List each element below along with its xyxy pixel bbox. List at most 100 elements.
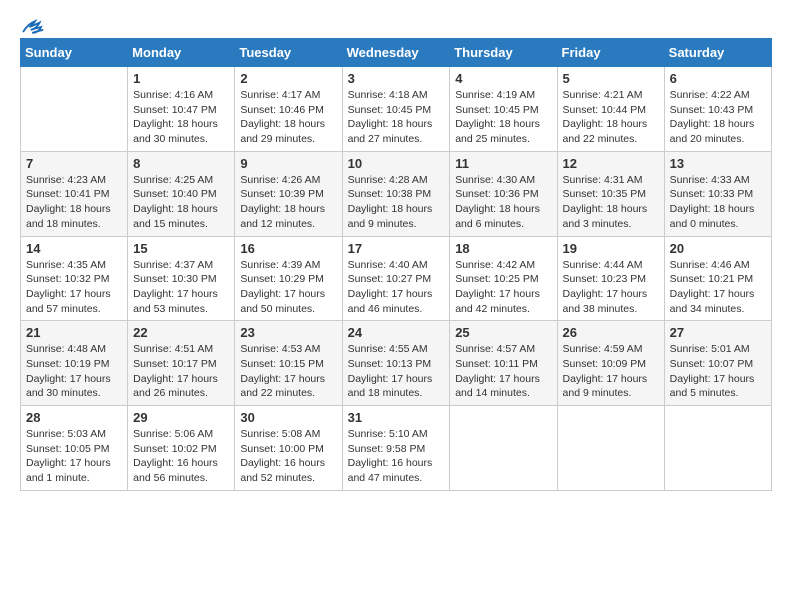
day-number: 3 [348, 71, 445, 86]
day-info: Sunrise: 4:42 AMSunset: 10:25 PMDaylight… [455, 258, 551, 317]
calendar-cell: 20 Sunrise: 4:46 AMSunset: 10:21 PMDaylig… [664, 236, 771, 321]
calendar-cell: 25Sunrise: 4:57 AMSunset: 10:11 PMDaylig… [450, 321, 557, 406]
day-number: 15 [133, 241, 229, 256]
calendar-cell: 30 Sunrise: 5:08 AMSunset: 10:00 PMDaylig… [235, 406, 342, 491]
day-info: Sunrise: 4:25 AMSunset: 10:40 PMDaylight… [133, 173, 229, 232]
day-number: 17 [348, 241, 445, 256]
header-thursday: Thursday [450, 39, 557, 67]
day-info: Sunrise: 4:40 AMSunset: 10:27 PMDaylight… [348, 258, 445, 317]
day-info: Sunrise: 4:53 AMSunset: 10:15 PMDaylight… [240, 342, 336, 401]
week-row-1: 7 Sunrise: 4:23 AMSunset: 10:41 PMDayligh… [21, 151, 772, 236]
day-number: 23 [240, 325, 336, 340]
day-info: Sunrise: 5:06 AMSunset: 10:02 PMDaylight… [133, 427, 229, 486]
day-info: Sunrise: 5:01 AMSunset: 10:07 PMDaylight… [670, 342, 766, 401]
day-number: 30 [240, 410, 336, 425]
day-info: Sunrise: 5:08 AMSunset: 10:00 PMDaylight… [240, 427, 336, 486]
calendar-cell: 24 Sunrise: 4:55 AMSunset: 10:13 PMDaylig… [342, 321, 450, 406]
week-row-4: 28Sunrise: 5:03 AMSunset: 10:05 PMDaylig… [21, 406, 772, 491]
logo-bird-icon [22, 18, 44, 36]
day-number: 1 [133, 71, 229, 86]
day-info: Sunrise: 4:33 AMSunset: 10:33 PMDaylight… [670, 173, 766, 232]
calendar-cell [557, 406, 664, 491]
day-info: Sunrise: 4:59 AMSunset: 10:09 PMDaylight… [563, 342, 659, 401]
calendar-cell: 7 Sunrise: 4:23 AMSunset: 10:41 PMDayligh… [21, 151, 128, 236]
day-info: Sunrise: 4:23 AMSunset: 10:41 PMDaylight… [26, 173, 122, 232]
calendar-cell [21, 67, 128, 152]
calendar-header-row: SundayMondayTuesdayWednesdayThursdayFrid… [21, 39, 772, 67]
calendar-cell [450, 406, 557, 491]
day-info: Sunrise: 4:44 AMSunset: 10:23 PMDaylight… [563, 258, 659, 317]
calendar-cell: 2 Sunrise: 4:17 AMSunset: 10:46 PMDayligh… [235, 67, 342, 152]
calendar-cell: 22 Sunrise: 4:51 AMSunset: 10:17 PMDaylig… [128, 321, 235, 406]
day-number: 31 [348, 410, 445, 425]
day-info: Sunrise: 4:30 AMSunset: 10:36 PMDaylight… [455, 173, 551, 232]
day-number: 16 [240, 241, 336, 256]
calendar-cell: 27Sunrise: 5:01 AMSunset: 10:07 PMDaylig… [664, 321, 771, 406]
header-wednesday: Wednesday [342, 39, 450, 67]
header-sunday: Sunday [21, 39, 128, 67]
day-info: Sunrise: 4:22 AMSunset: 10:43 PMDaylight… [670, 88, 766, 147]
calendar-cell: 1Sunrise: 4:16 AMSunset: 10:47 PMDayligh… [128, 67, 235, 152]
day-info: Sunrise: 4:57 AMSunset: 10:11 PMDaylight… [455, 342, 551, 401]
calendar-cell: 21 Sunrise: 4:48 AMSunset: 10:19 PMDaylig… [21, 321, 128, 406]
calendar-cell: 26 Sunrise: 4:59 AMSunset: 10:09 PMDaylig… [557, 321, 664, 406]
day-number: 7 [26, 156, 122, 171]
day-number: 6 [670, 71, 766, 86]
day-info: Sunrise: 4:21 AMSunset: 10:44 PMDaylight… [563, 88, 659, 147]
calendar-cell: 5 Sunrise: 4:21 AMSunset: 10:44 PMDayligh… [557, 67, 664, 152]
header-saturday: Saturday [664, 39, 771, 67]
day-number: 21 [26, 325, 122, 340]
day-info: Sunrise: 4:46 AMSunset: 10:21 PMDaylight… [670, 258, 766, 317]
calendar-cell [664, 406, 771, 491]
day-info: Sunrise: 4:35 AMSunset: 10:32 PMDaylight… [26, 258, 122, 317]
day-number: 12 [563, 156, 659, 171]
calendar-cell: 12 Sunrise: 4:31 AMSunset: 10:35 PMDaylig… [557, 151, 664, 236]
header-friday: Friday [557, 39, 664, 67]
week-row-3: 21 Sunrise: 4:48 AMSunset: 10:19 PMDaylig… [21, 321, 772, 406]
header-tuesday: Tuesday [235, 39, 342, 67]
calendar-cell: 4Sunrise: 4:19 AMSunset: 10:45 PMDayligh… [450, 67, 557, 152]
day-info: Sunrise: 4:18 AMSunset: 10:45 PMDaylight… [348, 88, 445, 147]
day-number: 18 [455, 241, 551, 256]
week-row-0: 1Sunrise: 4:16 AMSunset: 10:47 PMDayligh… [21, 67, 772, 152]
day-number: 28 [26, 410, 122, 425]
day-info: Sunrise: 4:55 AMSunset: 10:13 PMDaylight… [348, 342, 445, 401]
calendar-cell: 16 Sunrise: 4:39 AMSunset: 10:29 PMDaylig… [235, 236, 342, 321]
day-info: Sunrise: 4:51 AMSunset: 10:17 PMDaylight… [133, 342, 229, 401]
calendar-cell: 6 Sunrise: 4:22 AMSunset: 10:43 PMDayligh… [664, 67, 771, 152]
calendar-cell: 11 Sunrise: 4:30 AMSunset: 10:36 PMDaylig… [450, 151, 557, 236]
calendar-cell: 15 Sunrise: 4:37 AMSunset: 10:30 PMDaylig… [128, 236, 235, 321]
calendar-cell: 14 Sunrise: 4:35 AMSunset: 10:32 PMDaylig… [21, 236, 128, 321]
day-number: 11 [455, 156, 551, 171]
day-info: Sunrise: 4:37 AMSunset: 10:30 PMDaylight… [133, 258, 229, 317]
day-info: Sunrise: 4:39 AMSunset: 10:29 PMDaylight… [240, 258, 336, 317]
day-number: 9 [240, 156, 336, 171]
calendar-cell: 19Sunrise: 4:44 AMSunset: 10:23 PMDaylig… [557, 236, 664, 321]
day-number: 13 [670, 156, 766, 171]
day-info: Sunrise: 4:48 AMSunset: 10:19 PMDaylight… [26, 342, 122, 401]
day-number: 22 [133, 325, 229, 340]
calendar-cell: 3 Sunrise: 4:18 AMSunset: 10:45 PMDayligh… [342, 67, 450, 152]
day-number: 4 [455, 71, 551, 86]
day-number: 26 [563, 325, 659, 340]
day-info: Sunrise: 4:31 AMSunset: 10:35 PMDaylight… [563, 173, 659, 232]
day-number: 5 [563, 71, 659, 86]
week-row-2: 14 Sunrise: 4:35 AMSunset: 10:32 PMDaylig… [21, 236, 772, 321]
day-number: 2 [240, 71, 336, 86]
day-info: Sunrise: 4:17 AMSunset: 10:46 PMDaylight… [240, 88, 336, 147]
day-number: 14 [26, 241, 122, 256]
calendar-cell: 18 Sunrise: 4:42 AMSunset: 10:25 PMDaylig… [450, 236, 557, 321]
day-number: 20 [670, 241, 766, 256]
day-info: Sunrise: 4:28 AMSunset: 10:38 PMDaylight… [348, 173, 445, 232]
calendar-cell: 23 Sunrise: 4:53 AMSunset: 10:15 PMDaylig… [235, 321, 342, 406]
day-number: 10 [348, 156, 445, 171]
calendar-table: SundayMondayTuesdayWednesdayThursdayFrid… [20, 38, 772, 491]
calendar-cell: 29Sunrise: 5:06 AMSunset: 10:02 PMDaylig… [128, 406, 235, 491]
day-number: 8 [133, 156, 229, 171]
calendar-cell: 13 Sunrise: 4:33 AMSunset: 10:33 PMDaylig… [664, 151, 771, 236]
logo [20, 18, 44, 32]
calendar-cell: 17 Sunrise: 4:40 AMSunset: 10:27 PMDaylig… [342, 236, 450, 321]
calendar-cell: 9Sunrise: 4:26 AMSunset: 10:39 PMDayligh… [235, 151, 342, 236]
header-monday: Monday [128, 39, 235, 67]
day-number: 24 [348, 325, 445, 340]
